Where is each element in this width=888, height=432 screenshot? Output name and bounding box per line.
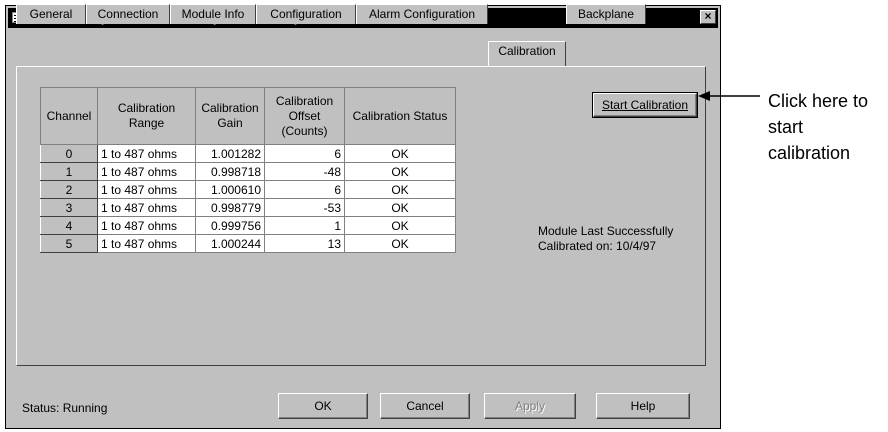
start-calibration-button[interactable]: Start Calibration bbox=[592, 92, 698, 118]
range-cell[interactable]: 1 to 487 ohms bbox=[97, 162, 196, 181]
range-cell[interactable]: 1 to 487 ohms bbox=[97, 198, 196, 217]
gain-cell[interactable]: 1.000244 bbox=[195, 234, 265, 253]
apply-label: Apply bbox=[514, 399, 546, 413]
calibration-info: Module Last Successfully Calibrated on: … bbox=[538, 224, 673, 254]
header-calibration-offset: Calibration Offset (Counts) bbox=[264, 87, 345, 145]
status-cell[interactable]: OK bbox=[344, 144, 456, 163]
channel-cell[interactable]: 1 bbox=[40, 162, 98, 181]
table-row[interactable]: 2 1 to 487 ohms 1.000610 6 OK bbox=[40, 180, 456, 199]
callout-line-1: Click here to bbox=[768, 91, 869, 111]
tab-backplane[interactable]: Backplane bbox=[566, 4, 646, 24]
table-row[interactable]: 3 1 to 487 ohms 0.998779 -53 OK bbox=[40, 198, 456, 217]
gain-cell[interactable]: 0.999756 bbox=[195, 216, 265, 235]
range-cell[interactable]: 1 to 487 ohms bbox=[97, 234, 196, 253]
gain-cell[interactable]: 0.998718 bbox=[195, 162, 265, 181]
help-label: Help bbox=[630, 399, 656, 413]
table-row[interactable]: 1 1 to 487 ohms 0.998718 -48 OK bbox=[40, 162, 456, 181]
apply-button: Apply bbox=[484, 393, 576, 419]
status-cell[interactable]: OK bbox=[344, 216, 456, 235]
gain-cell[interactable]: 0.998779 bbox=[195, 198, 265, 217]
status-cell[interactable]: OK bbox=[344, 234, 456, 253]
cancel-button[interactable]: Cancel bbox=[380, 393, 470, 419]
tab-general[interactable]: General bbox=[16, 4, 86, 24]
status-cell[interactable]: OK bbox=[344, 198, 456, 217]
status-cell[interactable]: OK bbox=[344, 180, 456, 199]
channel-cell[interactable]: 4 bbox=[40, 216, 98, 235]
offset-cell[interactable]: 13 bbox=[264, 234, 345, 253]
cancel-label: Cancel bbox=[406, 399, 444, 413]
channel-cell[interactable]: 5 bbox=[40, 234, 98, 253]
range-cell[interactable]: 1 to 487 ohms bbox=[97, 180, 196, 199]
callout-line-3: calibration bbox=[768, 143, 851, 163]
tab-calibration[interactable]: Calibration bbox=[488, 41, 566, 66]
tab-alarm-configuration[interactable]: Alarm Configuration bbox=[356, 4, 488, 24]
channel-cell[interactable]: 0 bbox=[40, 144, 98, 163]
last-calibrated-label: Module Last Successfully bbox=[538, 224, 674, 238]
status-cell[interactable]: OK bbox=[344, 162, 456, 181]
table-row[interactable]: 5 1 to 487 ohms 1.000244 13 OK bbox=[40, 234, 456, 253]
tab-configuration[interactable]: Configuration bbox=[256, 4, 356, 24]
calibration-table: Channel Calibration Range Calibration Ga… bbox=[40, 87, 456, 253]
header-calibration-range: Calibration Range bbox=[97, 87, 196, 145]
offset-cell[interactable]: 1 bbox=[264, 216, 345, 235]
offset-cell[interactable]: -48 bbox=[264, 162, 345, 181]
callout-line-2: start bbox=[768, 117, 804, 137]
offset-cell[interactable]: 6 bbox=[264, 144, 345, 163]
status-text: Status: Running bbox=[22, 401, 108, 415]
header-calibration-status: Calibration Status bbox=[344, 87, 456, 145]
gain-cell[interactable]: 1.001282 bbox=[195, 144, 265, 163]
ok-button[interactable]: OK bbox=[278, 393, 368, 419]
range-cell[interactable]: 1 to 487 ohms bbox=[97, 144, 196, 163]
callout-arrow-icon bbox=[698, 91, 760, 101]
tab-connection[interactable]: Connection bbox=[86, 4, 170, 24]
table-row[interactable]: 0 1 to 487 ohms 1.001282 6 OK bbox=[40, 144, 456, 163]
close-icon[interactable]: × bbox=[700, 10, 716, 24]
start-calibration-label: Start Calibration bbox=[601, 98, 689, 112]
offset-cell[interactable]: 6 bbox=[264, 180, 345, 199]
header-calibration-gain: Calibration Gain bbox=[195, 87, 265, 145]
gain-cell[interactable]: 1.000610 bbox=[195, 180, 265, 199]
channel-cell[interactable]: 2 bbox=[40, 180, 98, 199]
table-row[interactable]: 4 1 to 487 ohms 0.999756 1 OK bbox=[40, 216, 456, 235]
calibration-date: Calibrated on: 10/4/97 bbox=[538, 239, 657, 253]
callout-annotation: Click here to start calibration bbox=[768, 88, 886, 166]
ok-label: OK bbox=[314, 399, 332, 413]
channel-cell[interactable]: 3 bbox=[40, 198, 98, 217]
header-channel: Channel bbox=[40, 87, 98, 145]
help-button[interactable]: Help bbox=[596, 393, 690, 419]
offset-cell[interactable]: -53 bbox=[264, 198, 345, 217]
range-cell[interactable]: 1 to 487 ohms bbox=[97, 216, 196, 235]
tab-module-info[interactable]: Module Info bbox=[170, 4, 256, 24]
